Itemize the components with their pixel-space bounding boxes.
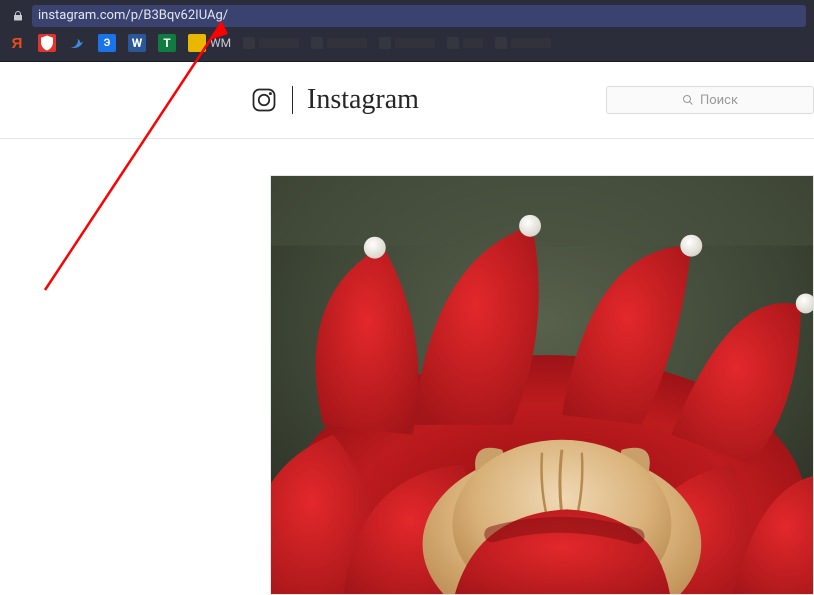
bookmark-obscured-3[interactable]: [379, 37, 435, 49]
bookmark-app1[interactable]: Э: [98, 34, 116, 52]
bookmark-bird[interactable]: [68, 34, 86, 52]
brand-divider: [292, 86, 293, 114]
lock-icon[interactable]: [8, 6, 28, 26]
shield-icon: [38, 34, 56, 52]
brand-area: Instagram: [250, 86, 419, 114]
folder-icon: [188, 34, 206, 52]
bookmarks-bar: Я Э W T WM: [0, 28, 814, 58]
bookmark-word[interactable]: W: [128, 34, 146, 52]
cat-photo: [271, 176, 813, 594]
address-bar[interactable]: instagram.com/p/B3Bqv62IUAg/: [32, 5, 806, 27]
bookmark-obscured-1[interactable]: [243, 37, 299, 49]
bookmark-obscured-4[interactable]: [447, 37, 483, 49]
bookmark-shield[interactable]: [38, 34, 56, 52]
bookmark-wm-label: WM: [210, 36, 231, 50]
main-content: [0, 139, 814, 595]
search-icon: [682, 94, 694, 106]
bookmark-yandex[interactable]: Я: [8, 34, 26, 52]
browser-chrome: instagram.com/p/B3Bqv62IUAg/ Я Э W T WM: [0, 0, 814, 62]
site-header: Instagram Поиск: [0, 62, 814, 139]
header-inner: Instagram Поиск: [250, 86, 814, 114]
bookmark-sheets[interactable]: T: [158, 34, 176, 52]
bird-icon: [69, 35, 85, 51]
bookmark-obscured-5[interactable]: [495, 37, 551, 49]
bookmark-wm[interactable]: WM: [188, 34, 231, 52]
camera-icon[interactable]: [250, 86, 278, 114]
url-text: instagram.com/p/B3Bqv62IUAg/: [38, 8, 228, 23]
search-input[interactable]: Поиск: [606, 86, 814, 114]
bookmark-obscured-2[interactable]: [311, 37, 367, 49]
search-placeholder: Поиск: [700, 93, 738, 108]
addressbar-row: instagram.com/p/B3Bqv62IUAg/: [0, 0, 814, 28]
post-image[interactable]: [270, 175, 814, 595]
brand-logo[interactable]: Instagram: [307, 86, 419, 114]
